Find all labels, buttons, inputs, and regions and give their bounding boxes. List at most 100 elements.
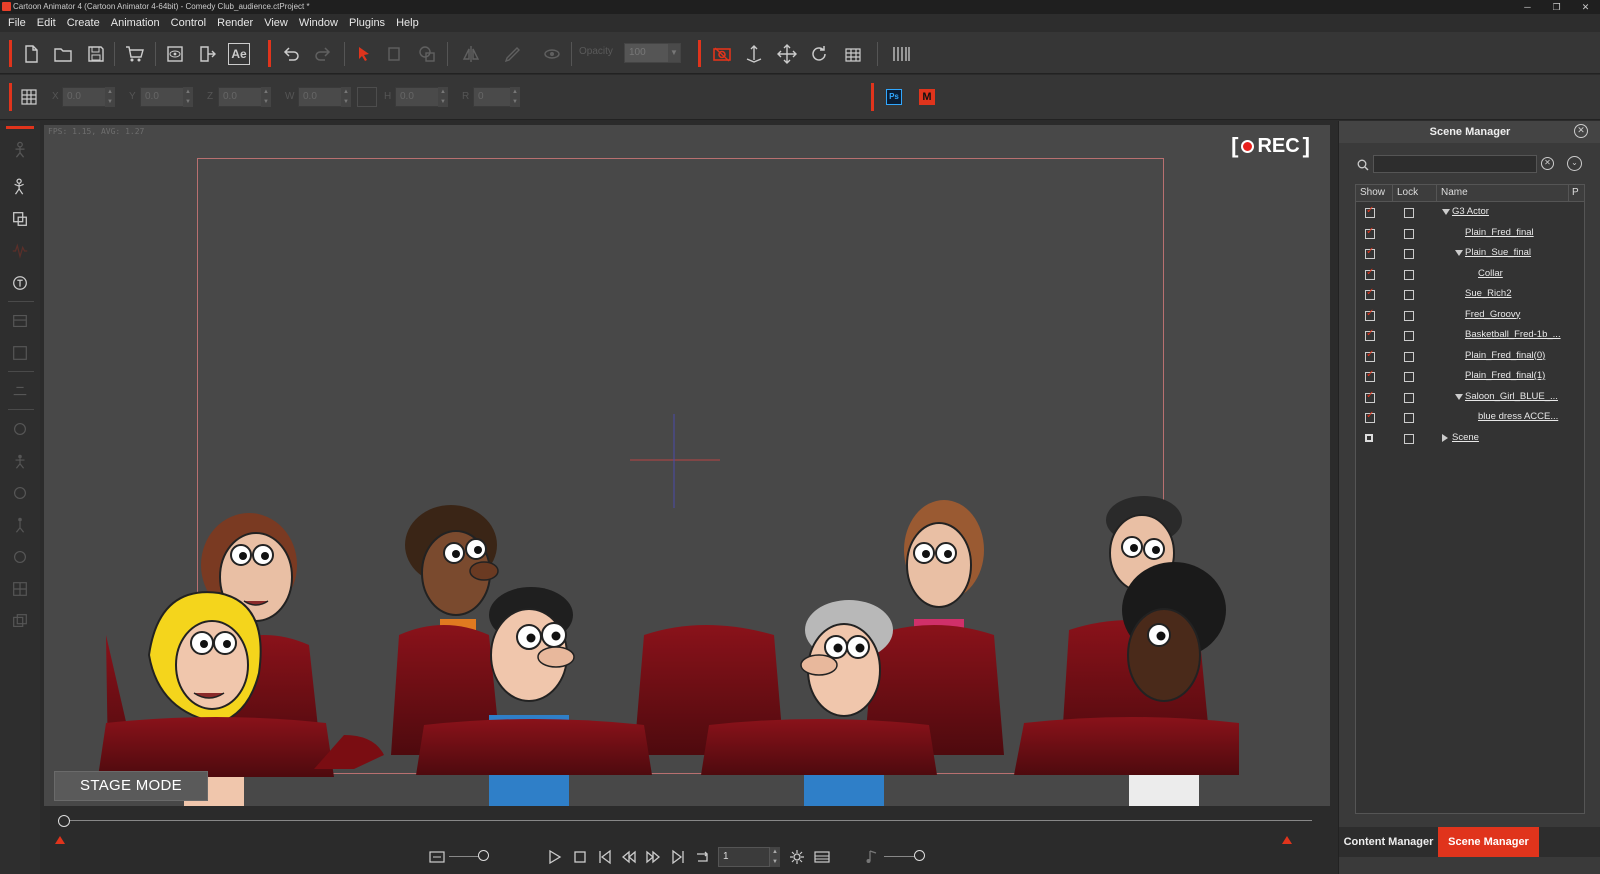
lock-checkbox[interactable] — [1404, 228, 1414, 239]
tree-item-name[interactable]: Collar — [1478, 268, 1503, 279]
collapse-arrow-icon[interactable] — [1442, 209, 1450, 215]
select-arrow-icon[interactable] — [353, 43, 375, 65]
menu-help[interactable]: Help — [392, 14, 426, 32]
lock-checkbox[interactable] — [1404, 392, 1414, 403]
bone-editor-icon[interactable] — [9, 176, 31, 198]
lock-checkbox[interactable] — [1404, 331, 1414, 341]
timeline-scrubber[interactable] — [58, 815, 70, 827]
tree-row[interactable]: Sue_Rich2 — [1356, 285, 1584, 305]
tree-item-name[interactable]: blue dress ACCE... — [1478, 411, 1558, 422]
motion-pipeline-icon[interactable]: M — [919, 89, 935, 105]
show-checkbox[interactable] — [1365, 226, 1375, 239]
timeline-track[interactable] — [62, 820, 1312, 821]
timeline-icon[interactable] — [890, 43, 912, 65]
lock-checkbox[interactable] — [1404, 413, 1414, 423]
menu-create[interactable]: Create — [63, 14, 107, 32]
show-checkbox[interactable] — [1365, 287, 1375, 300]
tree-item-name[interactable]: Plain_Fred_final(1) — [1465, 370, 1545, 381]
y-field[interactable]: 0.0 — [140, 87, 188, 107]
anchor-icon[interactable] — [743, 43, 765, 65]
lock-checkbox[interactable] — [1404, 269, 1414, 280]
w-spinner[interactable]: ▲ ▼ — [341, 87, 351, 107]
tree-item-name[interactable]: Fred_Groovy — [1465, 309, 1520, 320]
r-field[interactable]: 0 — [473, 87, 513, 107]
y-spinner[interactable]: ▲ ▼ — [183, 87, 193, 107]
range-start-marker[interactable] — [55, 836, 65, 844]
tab-content-manager[interactable]: Content Manager — [1339, 827, 1438, 857]
tree-row[interactable]: Plain_Fred_final(0) — [1356, 347, 1584, 367]
clear-search-icon[interactable]: ✕ — [1541, 157, 1554, 170]
close-button[interactable]: ✕ — [1571, 0, 1600, 14]
col-extra[interactable]: P — [1572, 187, 1579, 198]
deform-icon[interactable] — [842, 43, 864, 65]
tree-item-name[interactable]: Plain_Fred_final — [1465, 227, 1534, 238]
previous-frame-icon[interactable] — [619, 847, 639, 867]
current-frame-field[interactable]: 1 — [718, 847, 770, 867]
music-note-icon[interactable] — [862, 847, 882, 867]
show-checkbox[interactable] — [1365, 246, 1375, 259]
copy-layer-icon[interactable] — [9, 610, 31, 632]
w-field[interactable]: 0.0 — [298, 87, 346, 107]
stage-viewport[interactable]: FPS: 1.15, AVG: 1.27 [REC] STAGE MODE — [44, 125, 1330, 806]
tree-row[interactable]: blue dress ACCE... — [1356, 408, 1584, 428]
x-spinner[interactable]: ▲ ▼ — [105, 87, 115, 107]
menu-window[interactable]: Window — [295, 14, 345, 32]
puppet-icon[interactable] — [9, 380, 31, 402]
pen-icon[interactable] — [502, 43, 524, 65]
audio-wave-icon[interactable] — [9, 240, 31, 262]
go-to-start-icon[interactable] — [595, 847, 615, 867]
export-icon[interactable] — [196, 43, 218, 65]
clone-icon[interactable] — [384, 43, 406, 65]
visibility-icon[interactable] — [541, 43, 563, 65]
text-bubble-icon[interactable] — [9, 272, 31, 294]
show-checkbox[interactable] — [1365, 390, 1375, 403]
show-checkbox[interactable] — [1365, 308, 1375, 321]
show-checkbox[interactable] — [1365, 328, 1375, 341]
col-name[interactable]: Name — [1441, 187, 1468, 198]
menu-animation[interactable]: Animation — [107, 14, 167, 32]
open-folder-icon[interactable] — [52, 43, 74, 65]
minimize-button[interactable]: ─ — [1513, 0, 1542, 14]
h-spinner[interactable]: ▲ ▼ — [438, 87, 448, 107]
show-checkbox[interactable] — [1365, 267, 1375, 280]
opacity-dropdown-icon[interactable]: ▼ — [668, 44, 680, 62]
tree-row[interactable]: Plain_Fred_final(1) — [1356, 367, 1584, 387]
rotate-icon[interactable] — [808, 43, 830, 65]
face-key-icon[interactable] — [9, 418, 31, 440]
tree-row[interactable]: Basketball_Fred-1b_... — [1356, 326, 1584, 346]
r-spinner[interactable]: ▲ ▼ — [510, 87, 520, 107]
new-file-icon[interactable] — [20, 43, 42, 65]
lock-checkbox[interactable] — [1404, 433, 1414, 444]
next-frame-icon[interactable] — [643, 847, 663, 867]
group-icon[interactable] — [416, 43, 438, 65]
lock-checkbox[interactable] — [1404, 208, 1414, 218]
lock-checkbox[interactable] — [1404, 310, 1414, 321]
z-spinner[interactable]: ▲ ▼ — [261, 87, 271, 107]
tree-item-name[interactable]: Plain_Sue_final — [1465, 247, 1531, 258]
store-cart-icon[interactable] — [123, 43, 145, 65]
show-checkbox[interactable] — [1365, 433, 1373, 442]
tree-row[interactable]: Fred_Groovy — [1356, 306, 1584, 326]
subtitle-icon[interactable] — [427, 847, 447, 867]
sprite-editor-icon[interactable] — [9, 208, 31, 230]
tree-row[interactable]: Collar — [1356, 265, 1584, 285]
tree-row[interactable]: Saloon_Girl_BLUE_... — [1356, 388, 1584, 408]
menu-control[interactable]: Control — [167, 14, 213, 32]
settings-gear-icon[interactable] — [787, 847, 807, 867]
grid-icon[interactable] — [18, 86, 40, 108]
tree-row[interactable]: G3 Actor — [1356, 203, 1584, 223]
panel-close-icon[interactable]: ✕ — [1574, 124, 1588, 138]
walk-icon[interactable] — [9, 514, 31, 536]
tree-item-name[interactable]: G3 Actor — [1452, 206, 1489, 217]
frame-spinner[interactable]: ▲ ▼ — [770, 847, 780, 867]
volume-slider-knob[interactable] — [478, 850, 489, 861]
lock-ratio-icon[interactable] — [357, 87, 377, 107]
lock-checkbox[interactable] — [1404, 249, 1414, 259]
loop-icon[interactable] — [693, 847, 713, 867]
scene-search-input[interactable] — [1373, 155, 1537, 173]
after-effects-export-button[interactable]: Ae — [228, 43, 250, 65]
photoshop-icon[interactable]: Ps — [886, 89, 902, 105]
stop-icon[interactable] — [570, 847, 590, 867]
tree-item-name[interactable]: Scene — [1452, 432, 1479, 443]
menu-edit[interactable]: Edit — [33, 14, 63, 32]
